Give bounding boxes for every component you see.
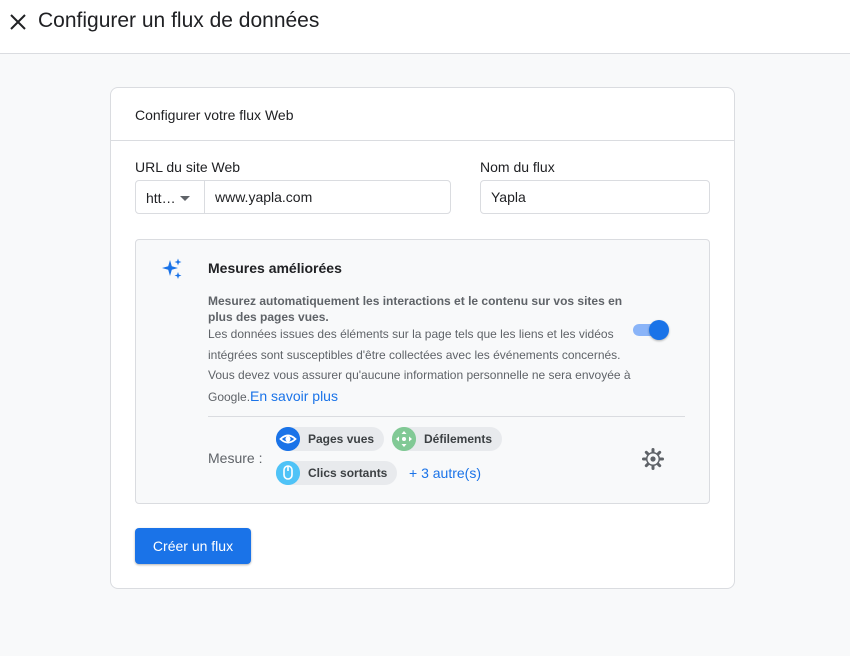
enhanced-measurement-panel: Mesures améliorées Mesurez automatiqueme… [135, 239, 710, 504]
card-title: Configurer votre flux Web [135, 107, 294, 123]
stream-name-label: Nom du flux [480, 159, 555, 175]
eye-icon [276, 427, 300, 451]
top-bar: Configurer un flux de données [0, 0, 850, 54]
gear-icon[interactable] [641, 447, 665, 471]
protocol-value: htt… [146, 190, 176, 206]
mouse-icon [276, 461, 300, 485]
chip-label: Défilements [424, 432, 493, 446]
chip-scrolls: Défilements [392, 427, 502, 451]
scroll-arrows-icon [392, 427, 416, 451]
chevron-down-icon [180, 196, 190, 201]
learn-more-link[interactable]: En savoir plus [250, 388, 338, 404]
url-input[interactable] [204, 180, 451, 214]
web-stream-card: Configurer votre flux Web URL du site We… [110, 87, 735, 589]
measure-label: Mesure : [208, 450, 263, 466]
chip-label: Clics sortants [308, 466, 388, 480]
toggle-knob [649, 320, 669, 340]
chip-outbound-clicks: Clics sortants [276, 461, 397, 485]
close-icon[interactable] [8, 12, 28, 32]
enhanced-measurement-summary: Mesurez automatiquement les interactions… [208, 294, 623, 324]
page-title: Configurer un flux de données [38, 9, 320, 32]
chip-label: Pages vues [308, 432, 375, 446]
chip-page-views: Pages vues [276, 427, 384, 451]
enhanced-measurement-toggle[interactable] [633, 320, 669, 340]
create-stream-button[interactable]: Créer un flux [135, 528, 251, 564]
url-label: URL du site Web [135, 159, 241, 175]
stream-name-input[interactable] [480, 180, 710, 214]
enhanced-measurement-title: Mesures améliorées [208, 260, 342, 276]
divider [208, 416, 685, 417]
enhanced-measurement-description: Les données issues des éléments sur la p… [208, 324, 633, 407]
sparkle-icon [162, 258, 182, 279]
more-measures-link[interactable]: + 3 autre(s) [409, 465, 481, 481]
card-header: Configurer votre flux Web [111, 88, 734, 141]
protocol-select[interactable]: htt… [135, 180, 205, 214]
